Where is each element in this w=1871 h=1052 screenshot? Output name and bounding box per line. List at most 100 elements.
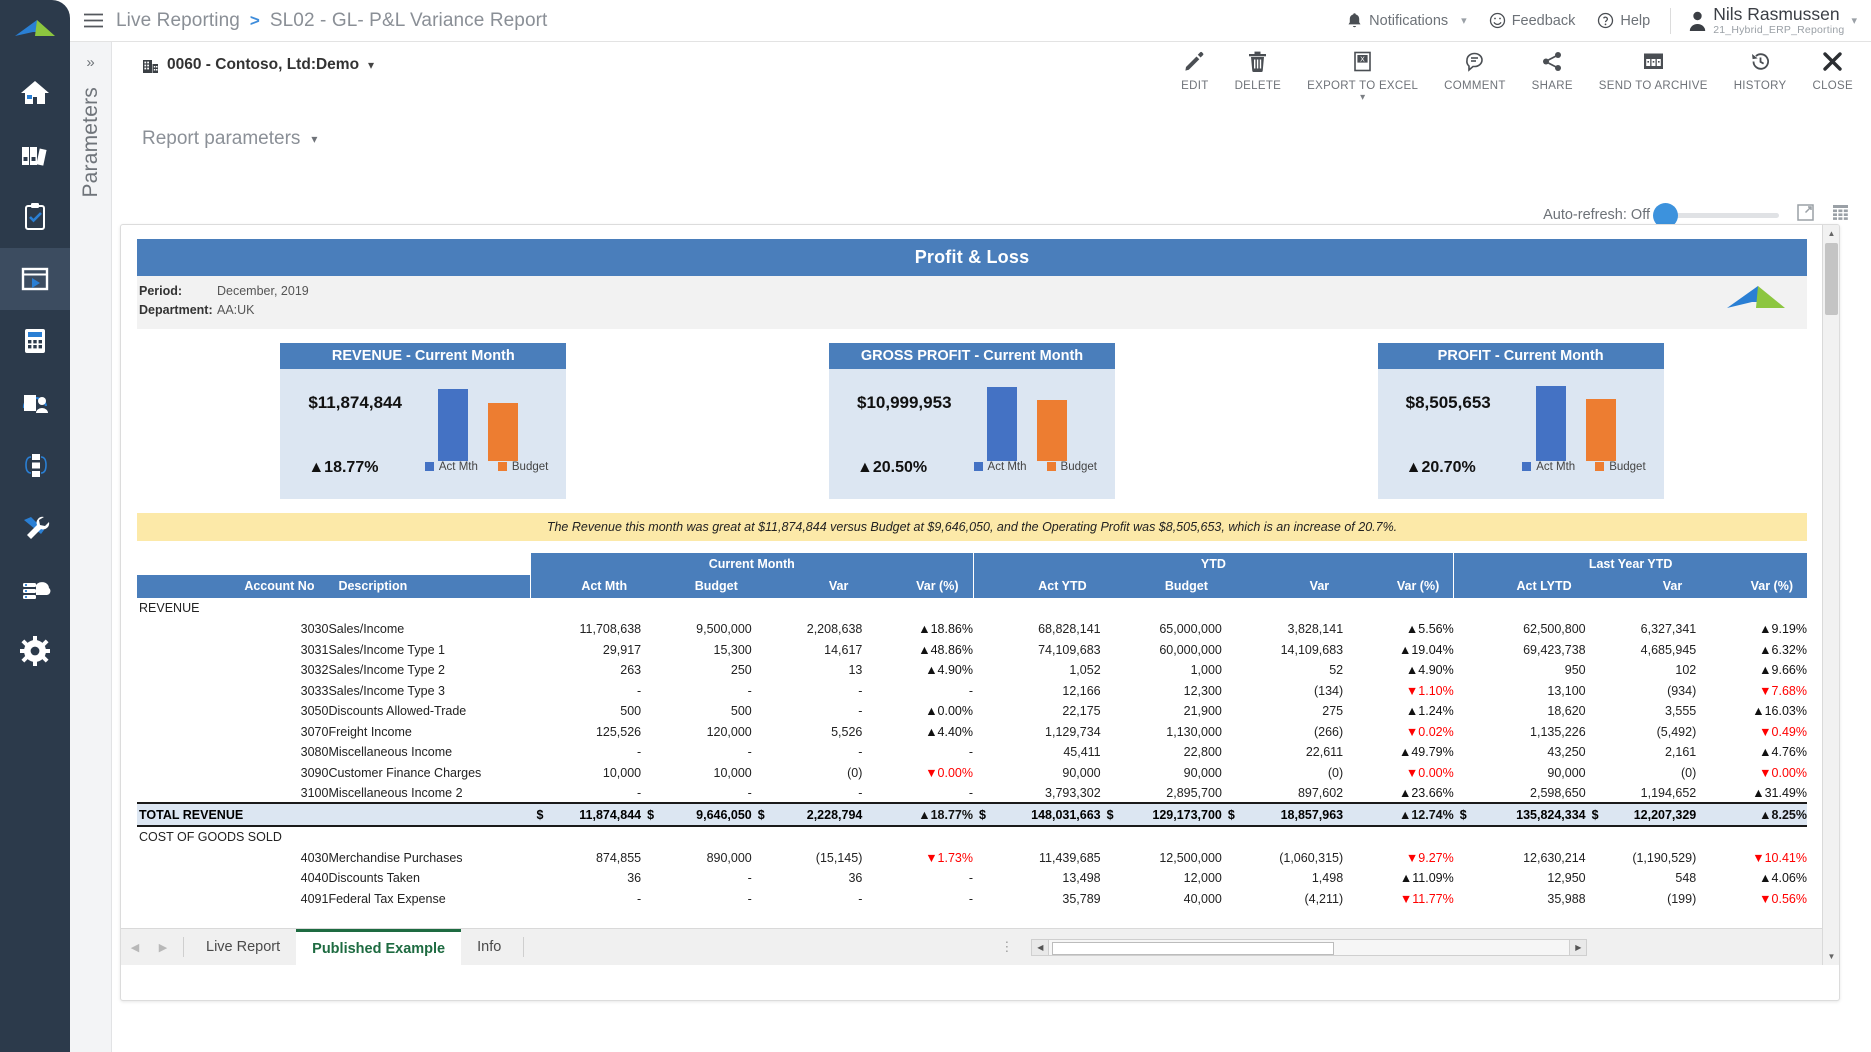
col-budget-cm[interactable]: Budget <box>641 575 752 598</box>
notifications-button[interactable]: Notifications ▾ <box>1346 12 1467 29</box>
table-row[interactable]: 3032Sales/Income Type 226325013▲4.90%1,0… <box>137 660 1807 681</box>
table-row[interactable]: 4040Discounts Taken36-36-13,49812,0001,4… <box>137 868 1807 889</box>
fullscreen-icon[interactable] <box>1797 204 1814 226</box>
sidebar-item-settings[interactable] <box>0 620 70 682</box>
hscroll-track[interactable] <box>1049 939 1569 956</box>
vscroll-thumb[interactable] <box>1825 243 1838 315</box>
cell-text: ▲1.24% <box>1406 704 1454 718</box>
value-cell: 22,175 <box>973 701 1101 722</box>
close-icon <box>1822 48 1843 74</box>
group-ytd: YTD <box>973 553 1454 575</box>
table-row[interactable]: 3100Miscellaneous Income 2----3,793,3022… <box>137 783 1807 804</box>
report-parameters-toggle[interactable]: Report parameters ▾ <box>142 128 317 150</box>
table-row[interactable]: 3030Sales/Income11,708,6389,500,0002,208… <box>137 619 1807 640</box>
chevron-down-icon[interactable]: ▾ <box>1360 92 1365 103</box>
sidebar-item-tasks[interactable] <box>0 186 70 248</box>
comment-action[interactable]: COMMENT <box>1444 48 1506 92</box>
col-account-no[interactable]: Account No <box>137 575 328 598</box>
col-var-cm[interactable]: Var <box>752 575 863 598</box>
help-button[interactable]: Help <box>1597 12 1650 29</box>
table-row[interactable]: 3080Miscellaneous Income----45,41122,800… <box>137 742 1807 763</box>
user-menu[interactable]: Nils Rasmussen 21_Hybrid_ERP_Reporting ▾ <box>1689 5 1857 36</box>
cell-text: ▲18.77% <box>918 808 973 822</box>
table-row[interactable]: 3070Freight Income125,526120,0005,526▲4.… <box>137 721 1807 742</box>
bar-budget <box>1586 399 1616 461</box>
col-var-pct-lytd[interactable]: Var (%) <box>1696 575 1807 598</box>
value-cell: 10,000 <box>641 762 752 783</box>
cell-text: ▲31.49% <box>1752 786 1807 800</box>
value-cell: 15,300 <box>641 639 752 660</box>
value-cell: - <box>752 888 863 909</box>
sidebar-item-planning[interactable] <box>0 310 70 372</box>
variance-cell: ▲4.40% <box>862 721 973 742</box>
col-var-ytd[interactable]: Var <box>1222 575 1343 598</box>
tab-prev-arrow[interactable]: ◀ <box>121 941 149 954</box>
breadcrumb-root[interactable]: Live Reporting <box>116 10 240 32</box>
col-act-mth[interactable]: Act Mth <box>531 575 642 598</box>
help-label: Help <box>1620 13 1650 29</box>
col-var-pct-cm[interactable]: Var (%) <box>862 575 973 598</box>
sidebar-item-data-sources[interactable] <box>0 558 70 620</box>
tab-overflow-handle[interactable]: ⋮ <box>1000 939 1015 955</box>
share-action[interactable]: SHARE <box>1532 48 1573 92</box>
horizontal-scrollbar[interactable]: ◀ ▶ <box>1031 939 1587 956</box>
send-to-archive-action[interactable]: SEND TO ARCHIVE <box>1599 48 1708 92</box>
value-cell: (15,145) <box>752 847 863 868</box>
col-var-lytd[interactable]: Var <box>1586 575 1697 598</box>
export-to-excel-action[interactable]: X EXPORT TO EXCEL ▾ <box>1307 48 1418 92</box>
cell-text: ▼9.27% <box>1406 851 1454 865</box>
tab-live-report[interactable]: Live Report <box>190 929 296 966</box>
history-action[interactable]: HISTORY <box>1734 48 1787 92</box>
hamburger-menu-icon[interactable] <box>70 13 116 28</box>
grid-view-icon[interactable] <box>1832 204 1849 226</box>
feedback-button[interactable]: Feedback <box>1489 12 1576 29</box>
edit-action[interactable]: EDIT <box>1181 48 1208 92</box>
sidebar-item-dimensions[interactable] <box>0 434 70 496</box>
company-selector[interactable]: 0060 - Contoso, Ltd:Demo ▾ <box>142 56 374 74</box>
tab-info[interactable]: Info <box>461 929 517 966</box>
col-act-ytd[interactable]: Act YTD <box>973 575 1101 598</box>
variance-cell: ▲23.66% <box>1343 783 1454 804</box>
col-act-lytd[interactable]: Act LYTD <box>1454 575 1586 598</box>
table-row[interactable]: 3033Sales/Income Type 3----12,16612,300(… <box>137 680 1807 701</box>
table-row[interactable]: 3090Customer Finance Charges10,00010,000… <box>137 762 1807 783</box>
hscroll-right-button[interactable]: ▶ <box>1569 939 1587 956</box>
tab-next-arrow[interactable]: ▶ <box>149 941 177 954</box>
app-window: Live Reporting > SL02 - GL- P&L Variance… <box>0 0 1871 1052</box>
sidebar-item-data-warehouse[interactable] <box>0 372 70 434</box>
col-budget-ytd[interactable]: Budget <box>1101 575 1222 598</box>
table-row[interactable]: 4091Federal Tax Expense----35,78940,000(… <box>137 888 1807 909</box>
sidebar-item-home[interactable] <box>0 62 70 124</box>
col-description[interactable]: Description <box>328 575 530 598</box>
hscroll-left-button[interactable]: ◀ <box>1031 939 1049 956</box>
vertical-scrollbar[interactable]: ▲ ▼ <box>1822 225 1839 965</box>
table-row[interactable]: 3031Sales/Income Type 129,91715,30014,61… <box>137 639 1807 660</box>
value-cell: 1,130,000 <box>1101 721 1222 742</box>
expand-parameters-icon[interactable]: » <box>86 54 94 71</box>
value-cell: 1,498 <box>1222 868 1343 889</box>
cell-text: ▲9.19% <box>1759 622 1807 636</box>
vscroll-up-button[interactable]: ▲ <box>1823 225 1840 242</box>
value-cell: 35,789 <box>973 888 1101 909</box>
value-cell: 12,000 <box>1101 868 1222 889</box>
col-var-pct-ytd[interactable]: Var (%) <box>1343 575 1454 598</box>
vscroll-down-button[interactable]: ▼ <box>1823 948 1840 965</box>
meta-department: Department: AA:UK <box>137 301 1807 320</box>
table-row[interactable]: 4030Merchandise Purchases874,855890,000(… <box>137 847 1807 868</box>
auto-refresh-slider[interactable] <box>1659 213 1779 218</box>
bar-budget <box>1037 400 1067 461</box>
currency-symbol: $ <box>1222 808 1235 822</box>
cell-text: ▲18.86% <box>918 622 973 636</box>
sidebar-item-tools[interactable] <box>0 496 70 558</box>
value-cell: 52 <box>1222 660 1343 681</box>
table-row[interactable]: 3050Discounts Allowed-Trade500500-▲0.00%… <box>137 701 1807 722</box>
hscroll-thumb[interactable] <box>1052 942 1334 955</box>
close-action[interactable]: CLOSE <box>1813 48 1854 92</box>
sidebar-item-report-library[interactable] <box>0 124 70 186</box>
sidebar-item-live-reporting[interactable] <box>0 248 70 310</box>
value-cell: 65,000,000 <box>1101 619 1222 640</box>
delete-action[interactable]: DELETE <box>1235 48 1282 92</box>
tab-published-example[interactable]: Published Example <box>296 929 461 966</box>
export-to-excel-label: EXPORT TO EXCEL <box>1307 80 1418 92</box>
value-cell: 22,800 <box>1101 742 1222 763</box>
